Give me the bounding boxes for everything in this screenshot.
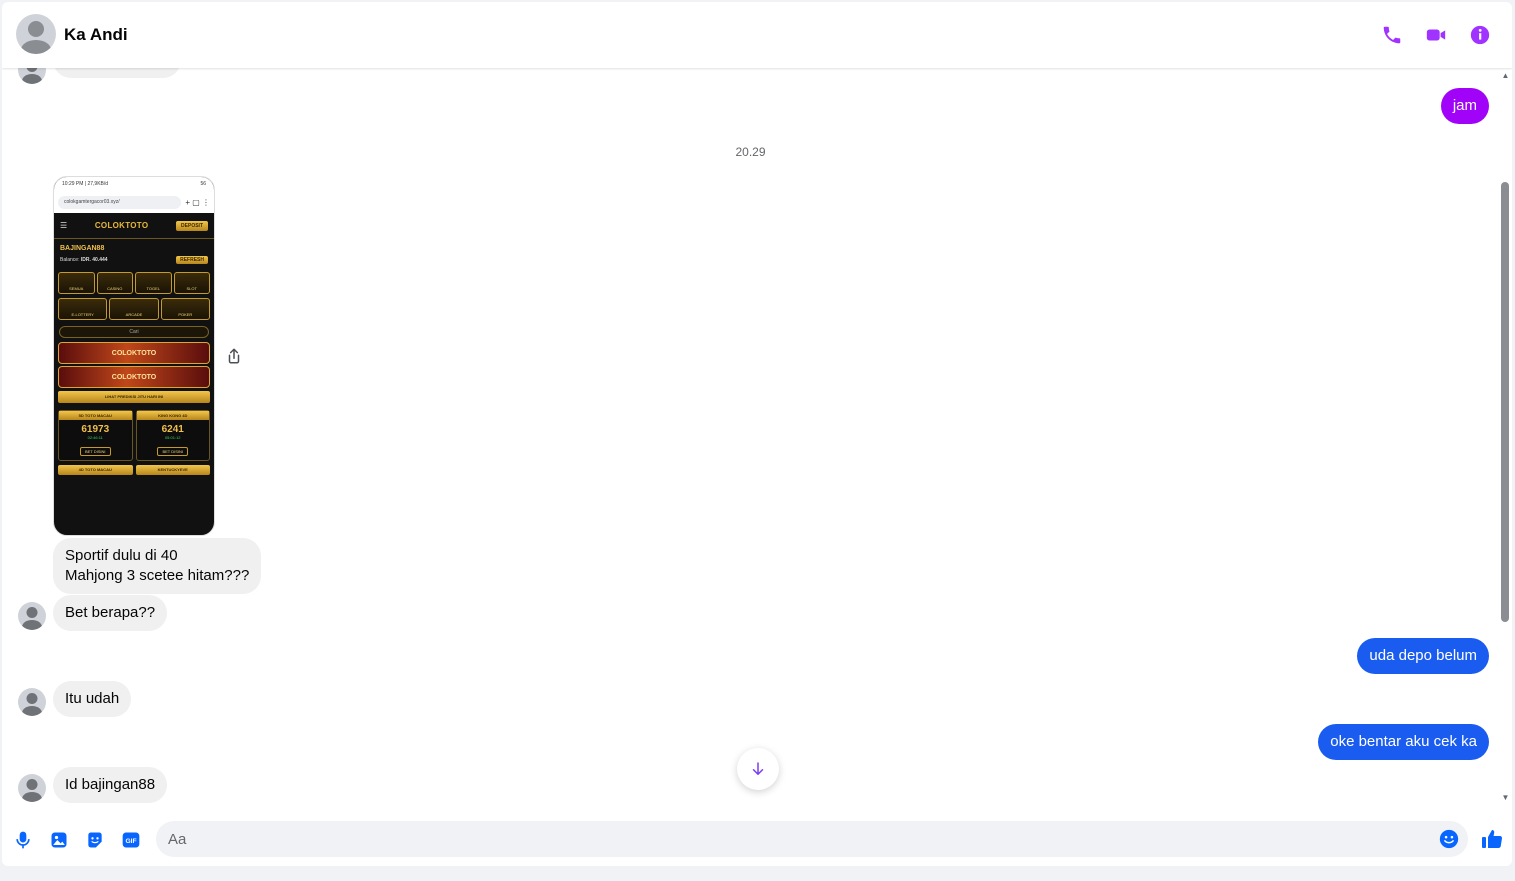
contact-name[interactable]: Ka Andi — [64, 25, 128, 45]
status-signal: 56 — [200, 181, 206, 187]
bottom-label: KENTUCKYEVE — [135, 465, 210, 475]
avatar — [18, 68, 46, 84]
username: BAJINGAN88 — [60, 245, 105, 252]
chat-window: Ka Andi jam 20.29 10:29 PM | 27,9KB/d 56 … — [2, 2, 1512, 866]
avatar — [18, 602, 46, 630]
svg-text:GIF: GIF — [125, 838, 136, 845]
message-composer: GIF — [2, 810, 1512, 866]
balance-label: Balance: — [60, 257, 80, 263]
scrollbar[interactable]: ▲ ▼ — [1499, 68, 1512, 810]
scrollbar-thumb[interactable] — [1501, 182, 1509, 622]
result-card: KING KONG 4D 6241 05:01:12 BET DISINI — [135, 410, 210, 461]
microphone-icon[interactable] — [12, 829, 34, 851]
phone-icon[interactable] — [1380, 23, 1404, 47]
refresh-label: REFRESH — [176, 256, 208, 264]
tile: SEMUA — [58, 272, 95, 294]
banner: COLOKTOTO — [58, 366, 210, 388]
site-search: Cari — [59, 326, 209, 338]
message-bubble-incoming[interactable]: Bet berapa?? — [53, 595, 168, 631]
info-icon[interactable] — [1468, 23, 1492, 47]
bottom-label: 4D TOTO MACAU — [58, 465, 133, 475]
tile: SLOT — [173, 272, 210, 294]
message-bubble-outgoing[interactable]: uda depo belum — [1357, 638, 1489, 674]
banner: COLOKTOTO — [58, 342, 210, 364]
gif-icon[interactable]: GIF — [120, 829, 142, 851]
sticker-icon[interactable] — [84, 829, 106, 851]
message-bubble-incoming[interactable]: Id bajingan88 — [53, 767, 168, 803]
deposit-label: DEPOSIT — [176, 220, 208, 231]
video-icon[interactable] — [1424, 23, 1448, 47]
image-attachment[interactable]: 10:29 PM | 27,9KB/d 56 colokgamtergacor03… — [53, 176, 215, 536]
tile: TOGEL — [135, 272, 172, 294]
avatar — [18, 774, 46, 802]
avatar — [18, 688, 46, 716]
like-icon[interactable] — [1480, 827, 1504, 851]
share-icon[interactable] — [225, 347, 243, 365]
message-bubble-outgoing[interactable]: oke bentar aku cek ka — [1318, 724, 1489, 760]
site-logo: COLOKTOTO — [94, 221, 149, 230]
tile: POKER — [160, 298, 210, 320]
image-icon[interactable] — [48, 829, 70, 851]
emoji-icon[interactable] — [1438, 828, 1460, 850]
message-thread[interactable]: jam 20.29 10:29 PM | 27,9KB/d 56 colokgam… — [2, 68, 1499, 810]
message-bubble-partial — [53, 68, 181, 78]
scroll-up-arrow[interactable]: ▲ — [1501, 72, 1510, 80]
tile: ARCADE — [109, 298, 159, 320]
message-bubble-incoming[interactable]: Sportif dulu di 40 Mahjong 3 scetee hita… — [53, 538, 262, 594]
arrow-down-icon — [752, 762, 764, 775]
scroll-to-bottom-button[interactable] — [737, 748, 779, 790]
message-input[interactable] — [156, 821, 1468, 857]
scroll-down-arrow[interactable]: ▼ — [1501, 794, 1510, 802]
status-time: 10:29 PM | 27,9KB/d — [62, 181, 109, 187]
prediction-banner: LIHAT PREDIKSI JITU HARI INI — [58, 391, 210, 403]
tile: CASINO — [96, 272, 133, 294]
contact-avatar[interactable] — [16, 14, 56, 54]
result-card: 5D TOTO MACAU 61973 02:46:11 BET DISINI — [58, 410, 133, 461]
message-bubble-incoming[interactable]: Itu udah — [53, 681, 132, 717]
url-bar: colokgamtergacor03.xyz/ — [58, 195, 182, 209]
balance-value: IDR. 40.444 — [80, 257, 108, 263]
message-bubble-outgoing[interactable]: jam — [1440, 88, 1489, 124]
tile: E-LOTTERY — [58, 298, 108, 320]
message-timestamp: 20.29 — [735, 145, 766, 159]
chat-header: Ka Andi — [2, 2, 1512, 68]
